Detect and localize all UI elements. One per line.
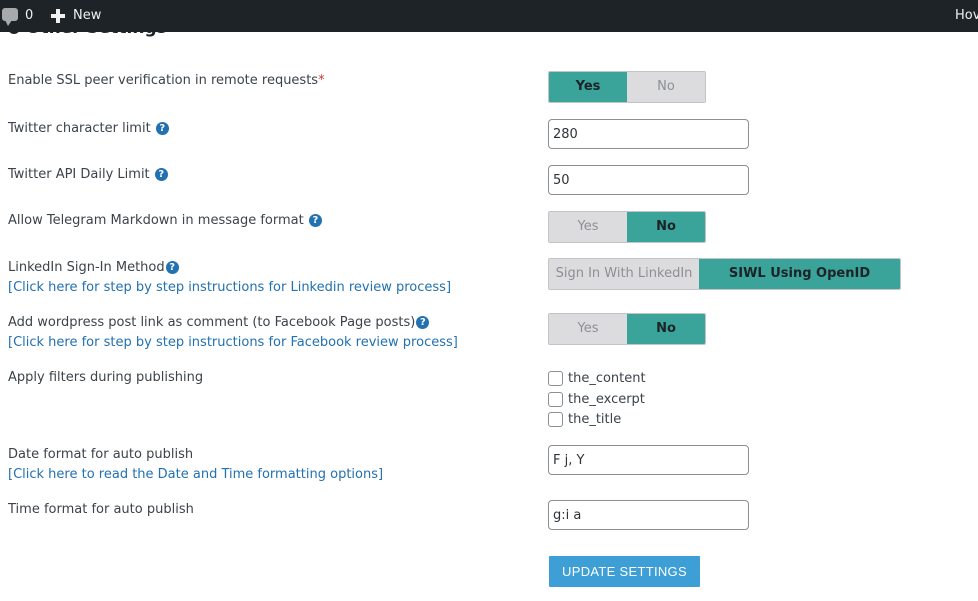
ssl-no-option[interactable]: No bbox=[627, 72, 705, 102]
linkedin-signin-label: LinkedIn Sign-In Method? bbox=[8, 260, 179, 275]
twitter-char-limit-input[interactable] bbox=[548, 119, 749, 149]
filters-label: Apply filters during publishing bbox=[8, 370, 204, 385]
date-time-formatting-link[interactable]: [Click here to read the Date and Time fo… bbox=[8, 467, 383, 482]
telegram-yes-option[interactable]: Yes bbox=[549, 212, 627, 242]
fb-no-option[interactable]: No bbox=[627, 314, 705, 344]
checkbox[interactable] bbox=[548, 370, 563, 386]
ssl-toggle: Yes No bbox=[548, 71, 706, 103]
plus-icon[interactable] bbox=[51, 9, 65, 23]
fb-post-link-label-text: Add wordpress post link as comment (to F… bbox=[8, 315, 416, 330]
twitter-api-limit-label-text: Twitter API Daily Limit bbox=[8, 167, 150, 182]
new-content-button[interactable]: New bbox=[73, 0, 101, 32]
telegram-markdown-label-text: Allow Telegram Markdown in message forma… bbox=[8, 213, 304, 228]
filter-the-excerpt[interactable]: the_excerpt bbox=[548, 390, 645, 408]
help-icon[interactable]: ? bbox=[308, 214, 322, 227]
checkbox-label: the_excerpt bbox=[568, 391, 645, 407]
checkbox[interactable] bbox=[548, 391, 563, 407]
comment-icon[interactable] bbox=[2, 8, 18, 26]
date-format-input[interactable] bbox=[548, 445, 749, 475]
telegram-no-option[interactable]: No bbox=[627, 212, 705, 242]
checkbox-label: the_content bbox=[568, 370, 646, 386]
twitter-char-limit-label: Twitter character limit ? bbox=[8, 121, 169, 136]
twitter-api-limit-label: Twitter API Daily Limit ? bbox=[8, 167, 168, 182]
fb-post-link-label: Add wordpress post link as comment (to F… bbox=[8, 315, 430, 330]
linkedin-openid-option[interactable]: SIWL Using OpenID Connect bbox=[699, 259, 900, 289]
telegram-markdown-label: Allow Telegram Markdown in message forma… bbox=[8, 213, 322, 228]
ssl-yes-option[interactable]: Yes bbox=[549, 72, 627, 102]
date-format-label: Date format for auto publish bbox=[8, 447, 194, 462]
help-icon[interactable]: ? bbox=[416, 316, 430, 329]
telegram-markdown-toggle: Yes No bbox=[548, 211, 706, 243]
linkedin-instructions-link[interactable]: [Click here for step by step instruction… bbox=[8, 280, 451, 295]
help-icon[interactable]: ? bbox=[165, 261, 179, 274]
filter-the-title[interactable]: the_title bbox=[548, 410, 621, 428]
ssl-label-text: Enable SSL peer verification in remote r… bbox=[8, 73, 319, 88]
filter-the-content[interactable]: the_content bbox=[548, 369, 646, 387]
time-format-input[interactable] bbox=[548, 500, 749, 530]
help-icon[interactable]: ? bbox=[155, 122, 169, 135]
fb-yes-option[interactable]: Yes bbox=[549, 314, 627, 344]
fb-post-link-toggle: Yes No bbox=[548, 313, 706, 345]
account-menu[interactable]: Hov bbox=[955, 0, 978, 32]
twitter-api-limit-input[interactable] bbox=[548, 165, 749, 195]
comment-count[interactable]: 0 bbox=[25, 0, 33, 32]
required-mark: * bbox=[318, 73, 325, 88]
update-settings-button[interactable]: UPDATE SETTINGS bbox=[549, 556, 700, 587]
linkedin-signin-toggle: Sign In With LinkedIn SIWL Using OpenID … bbox=[548, 258, 901, 290]
help-icon[interactable]: ? bbox=[154, 168, 168, 181]
time-format-label: Time format for auto publish bbox=[8, 502, 194, 517]
admin-bar: 0 New Hov bbox=[0, 0, 978, 32]
checkbox-label: the_title bbox=[568, 411, 622, 427]
linkedin-signin-label-text: LinkedIn Sign-In Method bbox=[8, 260, 165, 275]
ssl-label: Enable SSL peer verification in remote r… bbox=[8, 73, 325, 88]
linkedin-signin-option[interactable]: Sign In With LinkedIn bbox=[549, 259, 699, 289]
twitter-char-limit-label-text: Twitter character limit bbox=[8, 121, 151, 136]
checkbox[interactable] bbox=[548, 411, 563, 427]
facebook-instructions-link[interactable]: [Click here for step by step instruction… bbox=[8, 335, 458, 350]
